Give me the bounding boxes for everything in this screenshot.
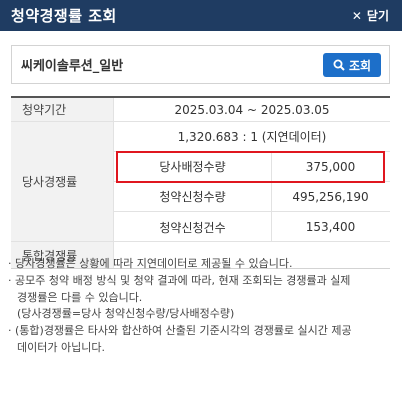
close-label: 닫기 — [366, 9, 389, 23]
note-line: · 공모주 청약 배정 방식 및 청약 결과에 따라, 현재 조회되는 경쟁률과… — [8, 273, 351, 287]
allocation-label: 당사배정수량 — [114, 152, 272, 181]
applied-quantity-label: 청약신청수량 — [114, 182, 272, 211]
close-icon: ✕ — [351, 8, 362, 23]
table-row: 당사배정수량 375,000 — [114, 152, 390, 182]
competition-table: 청약기간 2025.03.04 ~ 2025.03.05 당사경쟁률 1,320… — [11, 96, 390, 269]
company-ratio-label: 당사경쟁률 — [11, 122, 114, 241]
table-row-company: 당사경쟁률 1,320.683 : 1 (지연데이터) 당사배정수량 375,0… — [11, 122, 390, 242]
notes: · 당사경쟁률은 상황에 따라 지연데이터로 제공될 수 있습니다. · 공모주… — [8, 256, 394, 357]
applied-quantity-value: 495,256,190 — [292, 189, 369, 204]
popup-title: 청약경쟁률 조회 — [11, 7, 117, 25]
table-row: 청약신청수량 495,256,190 — [114, 182, 390, 212]
close-button[interactable]: ✕ 닫기 — [352, 7, 389, 24]
period-value: 2025.03.04 ~ 2025.03.05 — [174, 102, 330, 117]
stock-name: 씨케이솔루션_일반 — [21, 59, 124, 74]
search-button-label: 조회 — [348, 58, 372, 73]
applied-count-label: 청약신청건수 — [114, 212, 272, 242]
search-icon — [333, 59, 345, 71]
period-label: 청약기간 — [11, 98, 114, 121]
search-button[interactable]: 조회 — [323, 53, 381, 77]
note-line: 데이터가 아닙니다. — [17, 340, 105, 354]
popup-header: 청약경쟁률 조회 ✕ 닫기 — [0, 0, 402, 31]
table-row-period: 청약기간 2025.03.04 ~ 2025.03.05 — [11, 98, 390, 122]
applied-count-value: 153,400 — [305, 220, 356, 234]
note-line: 경쟁률은 다를 수 있습니다. — [17, 290, 143, 304]
stock-search-box: 씨케이솔루션_일반 조회 — [11, 45, 390, 84]
note-line: · 당사경쟁률은 상황에 따라 지연데이터로 제공될 수 있습니다. — [8, 257, 293, 270]
ratio-value: 1,320.683 : 1 (지연데이터) — [177, 130, 327, 144]
allocation-value: 375,000 — [305, 159, 356, 174]
note-line: · (통합)경쟁률은 타사와 합산하여 산출된 기준시각의 경쟁률로 실시간 제… — [8, 324, 352, 338]
table-row: 청약신청건수 153,400 — [114, 212, 390, 242]
note-line: (당사경쟁률=당사 청약신청수량/당사배정수량) — [17, 307, 235, 321]
ratio-row: 1,320.683 : 1 (지연데이터) — [114, 122, 390, 152]
